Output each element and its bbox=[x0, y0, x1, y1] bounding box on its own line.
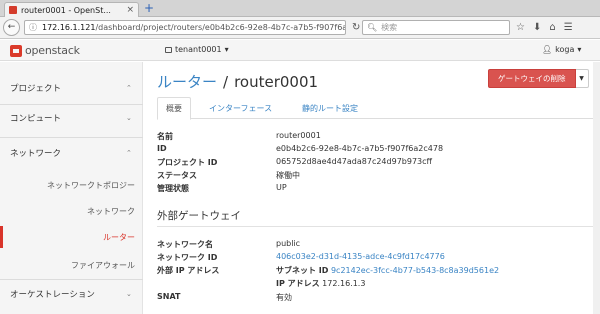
new-tab-button[interactable]: + bbox=[144, 2, 154, 14]
download-icon[interactable]: ⬇ bbox=[533, 22, 541, 33]
search-placeholder: 検索 bbox=[381, 23, 398, 32]
reload-icon[interactable]: ↻ bbox=[352, 22, 360, 33]
page-title: ルーター / router0001 bbox=[157, 71, 318, 92]
gateway-value-snat: 有効 bbox=[276, 293, 292, 302]
url-path: /dashboard/project/routers/e0b4b2c6-92e8… bbox=[95, 23, 346, 32]
router-name-title: router0001 bbox=[234, 73, 319, 91]
delete-gateway-button[interactable]: ゲートウェイの削除 bbox=[488, 69, 576, 88]
overview-label-project-id: プロジェクト ID bbox=[157, 158, 218, 167]
sidebar-section-network[interactable]: ネットワーク ⌃ bbox=[0, 141, 143, 165]
tab-static-routes[interactable]: 静的ルート設定 bbox=[294, 97, 366, 119]
chevron-down-icon: ▾ bbox=[577, 45, 582, 54]
tenant-icon bbox=[165, 46, 172, 53]
close-tab-icon[interactable]: × bbox=[126, 5, 134, 15]
logo-text: openstack bbox=[25, 44, 80, 57]
sidebar-section-label: オーケストレーション bbox=[10, 290, 95, 300]
breadcrumb-separator: / bbox=[223, 73, 229, 91]
tenant-name: tenant0001 bbox=[175, 45, 222, 54]
bookmark-star-icon[interactable]: ☆ bbox=[516, 22, 525, 33]
url-host: 172.16.1.121 bbox=[42, 23, 96, 32]
gateway-label-external-ip: 外部 IP アドレス bbox=[157, 266, 220, 275]
sidebar-section-label: ネットワーク bbox=[10, 149, 62, 159]
main-content: ルーター / router0001 ゲートウェイの削除 ▼ 概要 インターフェース … bbox=[143, 62, 600, 314]
sidebar-item-firewall[interactable]: ファイアウォール bbox=[0, 260, 135, 271]
menu-icon[interactable]: ☰ bbox=[564, 22, 573, 33]
divider bbox=[0, 137, 143, 138]
user-menu[interactable]: 👤︎ koga ▾ bbox=[542, 45, 581, 54]
overview-value-admin-state: UP bbox=[276, 183, 287, 192]
browser-nav-bar: ← ⓘ 172.16.1.121/dashboard/project/route… bbox=[0, 17, 600, 39]
overview-value-id: e0b4b2c6-92e8-4b7c-a7b5-f907f6a2c478 bbox=[276, 144, 444, 153]
openstack-favicon-icon bbox=[9, 6, 17, 14]
overview-label-status: ステータス bbox=[157, 171, 197, 180]
tab-overview[interactable]: 概要 bbox=[157, 97, 191, 120]
search-icon: 🔍︎ bbox=[367, 23, 378, 32]
browser-tab[interactable]: router0001 - OpenSt... × bbox=[4, 2, 139, 17]
browser-tab-title: router0001 - OpenSt... bbox=[21, 5, 111, 15]
info-icon[interactable]: ⓘ bbox=[29, 22, 37, 33]
overview-label-admin-state: 管理状態 bbox=[157, 184, 189, 193]
chevron-down-icon: ▼ bbox=[579, 75, 584, 82]
openstack-logo-icon bbox=[10, 44, 22, 57]
ip-address-label: IP アドレス bbox=[276, 279, 320, 288]
gateway-network-id-link[interactable]: 406c03e2-d31d-4135-adce-4c9fd17c4776 bbox=[276, 252, 445, 261]
browser-toolbar-icons: ☆ ⬇ ⌂ ☰ bbox=[516, 22, 573, 33]
url-bar[interactable]: ⓘ 172.16.1.121/dashboard/project/routers… bbox=[24, 20, 346, 35]
browser-tab-bar: router0001 - OpenSt... × + bbox=[0, 0, 600, 17]
detail-tabs: 概要 インターフェース 静的ルート設定 bbox=[157, 97, 597, 120]
gateway-ip-row: IP アドレス 172.16.1.3 bbox=[276, 278, 365, 289]
subnet-id-label: サブネット ID bbox=[276, 266, 329, 275]
tenant-selector[interactable]: tenant0001 ▾ bbox=[165, 45, 229, 54]
divider bbox=[157, 226, 597, 227]
gateway-label-network-id: ネットワーク ID bbox=[157, 253, 218, 262]
sidebar-section-label: コンピュート bbox=[10, 114, 62, 124]
sidebar: プロジェクト ⌃ コンピュート ⌄ ネットワーク ⌃ ネットワークトポロジー ネ… bbox=[0, 62, 143, 314]
app-header: openstack tenant0001 ▾ 👤︎ koga ▾ bbox=[0, 40, 600, 61]
gateway-label-snat: SNAT bbox=[157, 292, 181, 301]
gateway-value-network-name: public bbox=[276, 239, 301, 248]
action-button-group: ゲートウェイの削除 ▼ bbox=[488, 69, 589, 88]
overview-value-name: router0001 bbox=[276, 131, 321, 140]
sidebar-section-compute[interactable]: コンピュート ⌄ bbox=[0, 106, 143, 130]
chevron-down-icon: ⌄ bbox=[126, 290, 132, 298]
search-bar[interactable]: 🔍︎ 検索 bbox=[362, 20, 510, 35]
chevron-down-icon: ▾ bbox=[224, 45, 229, 54]
breadcrumb-routers-link[interactable]: ルーター bbox=[157, 73, 217, 91]
external-gateway-heading: 外部ゲートウェイ bbox=[157, 210, 241, 222]
user-icon: 👤︎ bbox=[542, 45, 553, 54]
overview-label-name: 名前 bbox=[157, 132, 173, 141]
home-icon[interactable]: ⌂ bbox=[549, 22, 555, 33]
chevron-up-icon: ⌃ bbox=[126, 149, 132, 157]
gateway-label-network-name: ネットワーク名 bbox=[157, 240, 213, 249]
sidebar-section-project[interactable]: プロジェクト ⌃ bbox=[0, 76, 143, 100]
divider bbox=[0, 104, 143, 105]
divider bbox=[0, 279, 143, 280]
sidebar-item-networks[interactable]: ネットワーク bbox=[0, 206, 135, 217]
sidebar-section-label: プロジェクト bbox=[10, 84, 62, 94]
sidebar-section-orchestration[interactable]: オーケストレーション ⌄ bbox=[0, 282, 143, 306]
ip-address-value: 172.16.1.3 bbox=[322, 279, 366, 288]
tab-interfaces[interactable]: インターフェース bbox=[201, 97, 280, 119]
user-name: koga bbox=[555, 45, 575, 54]
actions-dropdown-toggle[interactable]: ▼ bbox=[575, 69, 589, 88]
subnet-id-link[interactable]: 9c2142ec-3fcc-4b77-b543-8c8a39d561e2 bbox=[331, 266, 499, 275]
openstack-logo[interactable]: openstack bbox=[10, 44, 80, 57]
sidebar-item-routers[interactable]: ルーター bbox=[0, 232, 135, 243]
url-text: 172.16.1.121/dashboard/project/routers/e… bbox=[42, 23, 346, 32]
overview-value-project-id: 065752d8ae4d47ada87c24d97b973cff bbox=[276, 157, 433, 166]
gateway-subnet-row: サブネット ID 9c2142ec-3fcc-4b77-b543-8c8a39d… bbox=[276, 265, 499, 276]
sidebar-item-network-topology[interactable]: ネットワークトポロジー bbox=[0, 180, 135, 191]
overview-value-status: 稼働中 bbox=[276, 171, 300, 180]
overview-label-id: ID bbox=[157, 144, 167, 153]
chevron-up-icon: ⌃ bbox=[126, 84, 132, 92]
page-scrollbar[interactable] bbox=[593, 62, 600, 314]
chevron-down-icon: ⌄ bbox=[126, 114, 132, 122]
back-button[interactable]: ← bbox=[3, 19, 20, 36]
